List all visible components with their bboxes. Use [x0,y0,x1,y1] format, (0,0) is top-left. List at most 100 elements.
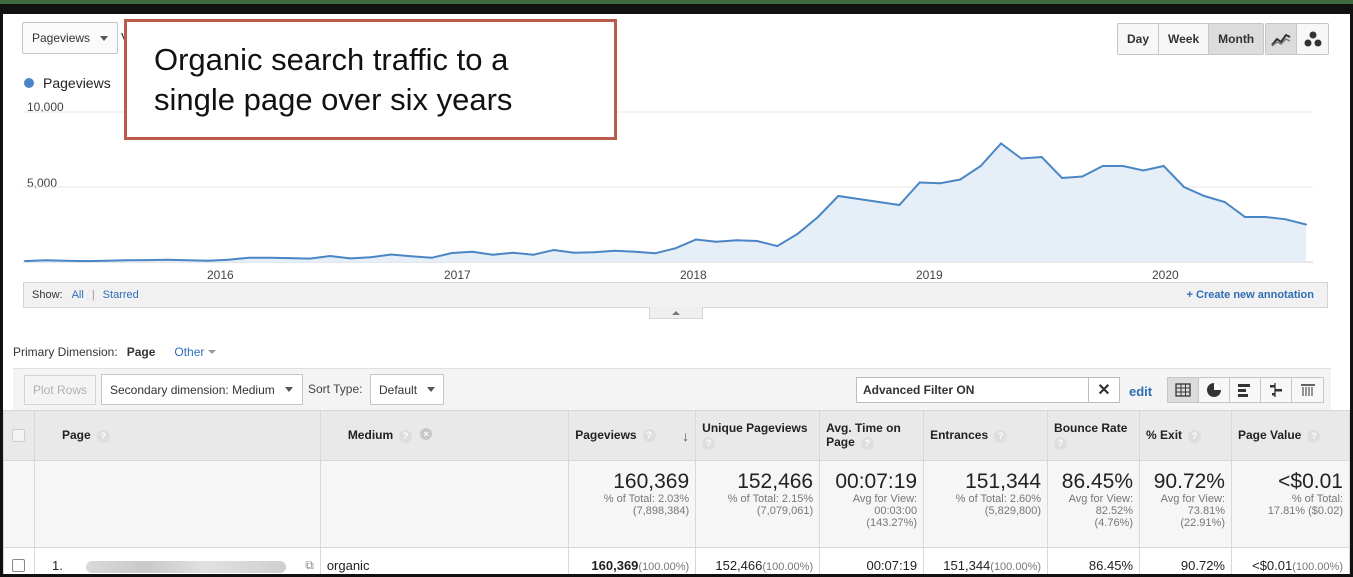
pageviews-pct: (100.00%) [638,561,690,573]
help-icon[interactable]: ? [994,429,1008,443]
total-sub: 17.81% ($0.02) [1267,505,1343,517]
series-dot-icon [24,78,34,88]
entrances-column-header[interactable]: Entrances? [923,410,1049,461]
totals-row: 160,369 % of Total: 2.03% (7,898,384) 15… [3,460,1350,548]
page-cell: 1. ⧉ [33,547,321,574]
row-select-cell[interactable] [3,547,35,574]
table-view-button[interactable] [1168,378,1199,402]
help-icon[interactable]: ? [96,429,110,443]
select-all-cell[interactable] [3,410,35,461]
totals-empty-cell [33,460,321,548]
medium-column-header[interactable]: Medium? × [319,410,570,461]
line-chart-button[interactable] [1266,24,1297,54]
select-all-checkbox[interactable] [12,429,26,442]
data-point [1000,142,1002,145]
help-icon[interactable]: ? [1188,429,1202,443]
exit-column-header[interactable]: % Exit? [1139,410,1232,461]
performance-view-button[interactable] [1230,378,1261,402]
report-table: Page? Medium? × Pageviews? ↓ Unique Pagevi… [3,410,1350,574]
redacted-page-url[interactable] [86,560,287,573]
callout-line: Organic search traffic to a [154,42,509,77]
annotation-separator: | [91,289,95,301]
sort-type-select[interactable]: Default [370,374,444,405]
chart-type-group [1265,23,1329,55]
primary-dimension-other[interactable]: Other [174,345,204,359]
x-tick-label: 2016 [207,268,234,282]
bounce-rate-column-header[interactable]: Bounce Rate? [1047,410,1141,461]
annotation-all-link[interactable]: All [72,289,84,301]
advanced-filter-field[interactable]: Advanced Filter ON ✕ [856,377,1120,403]
table-view-buttons [1167,377,1324,403]
row-checkbox[interactable] [12,559,26,572]
line-chart-icon [1271,33,1291,47]
avg-time-column-header[interactable]: Avg. Time on Page? [819,410,925,461]
data-point [979,165,982,167]
help-icon[interactable]: ? [860,436,874,450]
close-icon[interactable]: ✕ [1088,378,1119,402]
chevron-down-icon [208,350,217,354]
week-button[interactable]: Week [1159,24,1210,54]
total-unique-pageviews: 152,466 % of Total: 2.15% (7,079,061) [695,460,821,548]
data-point [1040,156,1043,158]
primary-dimension: Primary Dimension: Page Other [13,345,217,359]
data-point [1284,218,1287,221]
page-header-label: Page [61,428,91,443]
help-icon[interactable]: ? [1054,436,1068,450]
motion-chart-button[interactable] [1297,24,1328,54]
total-exit: 90.72% Avg for View: 73.81% (22.91%) [1139,460,1232,548]
help-icon[interactable]: ? [702,436,716,450]
pivot-view-button[interactable] [1292,378,1323,402]
collapse-chart-toggle[interactable] [649,307,703,319]
create-annotation-link[interactable]: + Create new annotation [1187,289,1314,301]
edit-filter-link[interactable]: edit [1129,384,1152,399]
chevron-down-icon [284,387,293,392]
page-column-header[interactable]: Page? [33,410,321,461]
primary-dimension-page[interactable]: Page [127,345,156,359]
pivot-table-icon [1300,384,1315,396]
data-point [634,250,636,253]
day-button[interactable]: Day [1118,24,1160,54]
x-tick-label: 2019 [916,268,943,282]
total-sub: Avg for View: [1068,493,1134,505]
data-point [105,259,108,262]
page-value-value: <$0.01 [1252,558,1293,573]
secondary-dimension-select[interactable]: Secondary dimension: Medium [101,374,303,405]
data-point [308,257,311,260]
month-button[interactable]: Month [1209,24,1264,54]
annotation-starred-link[interactable]: Starred [103,289,139,301]
data-point [1101,165,1104,167]
page-value-column-header[interactable]: Page Value? [1230,410,1350,461]
data-point [776,245,779,248]
total-sub: (7,079,061) [756,505,814,517]
total-sub: Avg for View: [852,493,918,505]
unique-pageviews-column-header[interactable]: Unique Pageviews? [695,410,821,461]
chevron-up-icon [672,310,680,315]
chevron-down-icon [427,387,436,392]
comparison-view-button[interactable] [1261,378,1292,402]
legend-label: Pageviews [43,75,111,91]
data-point [207,259,209,262]
plot-rows-button[interactable]: Plot Rows [24,375,96,405]
help-icon[interactable]: ? [399,429,413,443]
open-link-icon[interactable]: ⧉ [305,558,314,573]
data-point [186,259,189,262]
total-sub: % of Total: 2.15% [727,493,814,505]
pageviews-column-header[interactable]: Pageviews? ↓ [568,410,697,461]
medium-value[interactable]: organic [327,558,370,573]
exit-header-label: % Exit [1146,428,1183,443]
data-point [1142,169,1145,172]
pie-view-button[interactable] [1199,378,1230,402]
help-icon[interactable]: ? [642,428,656,442]
total-pageviews: 160,369 % of Total: 2.03% (7,898,384) [568,460,697,548]
totals-empty-cell [319,460,570,548]
page-value-header-label: Page Value [1237,428,1302,443]
row-index: 1. [51,558,63,573]
bubble-chart-icon [1304,31,1321,47]
metric-select[interactable]: Pageviews [22,22,118,54]
total-sub: 73.81% [1187,505,1225,517]
entrances-value: 151,344 [943,558,991,573]
medium-cell: organic [319,547,570,574]
remove-dimension-icon[interactable]: × [420,428,433,441]
data-point [593,251,596,254]
help-icon[interactable]: ? [1307,429,1321,443]
